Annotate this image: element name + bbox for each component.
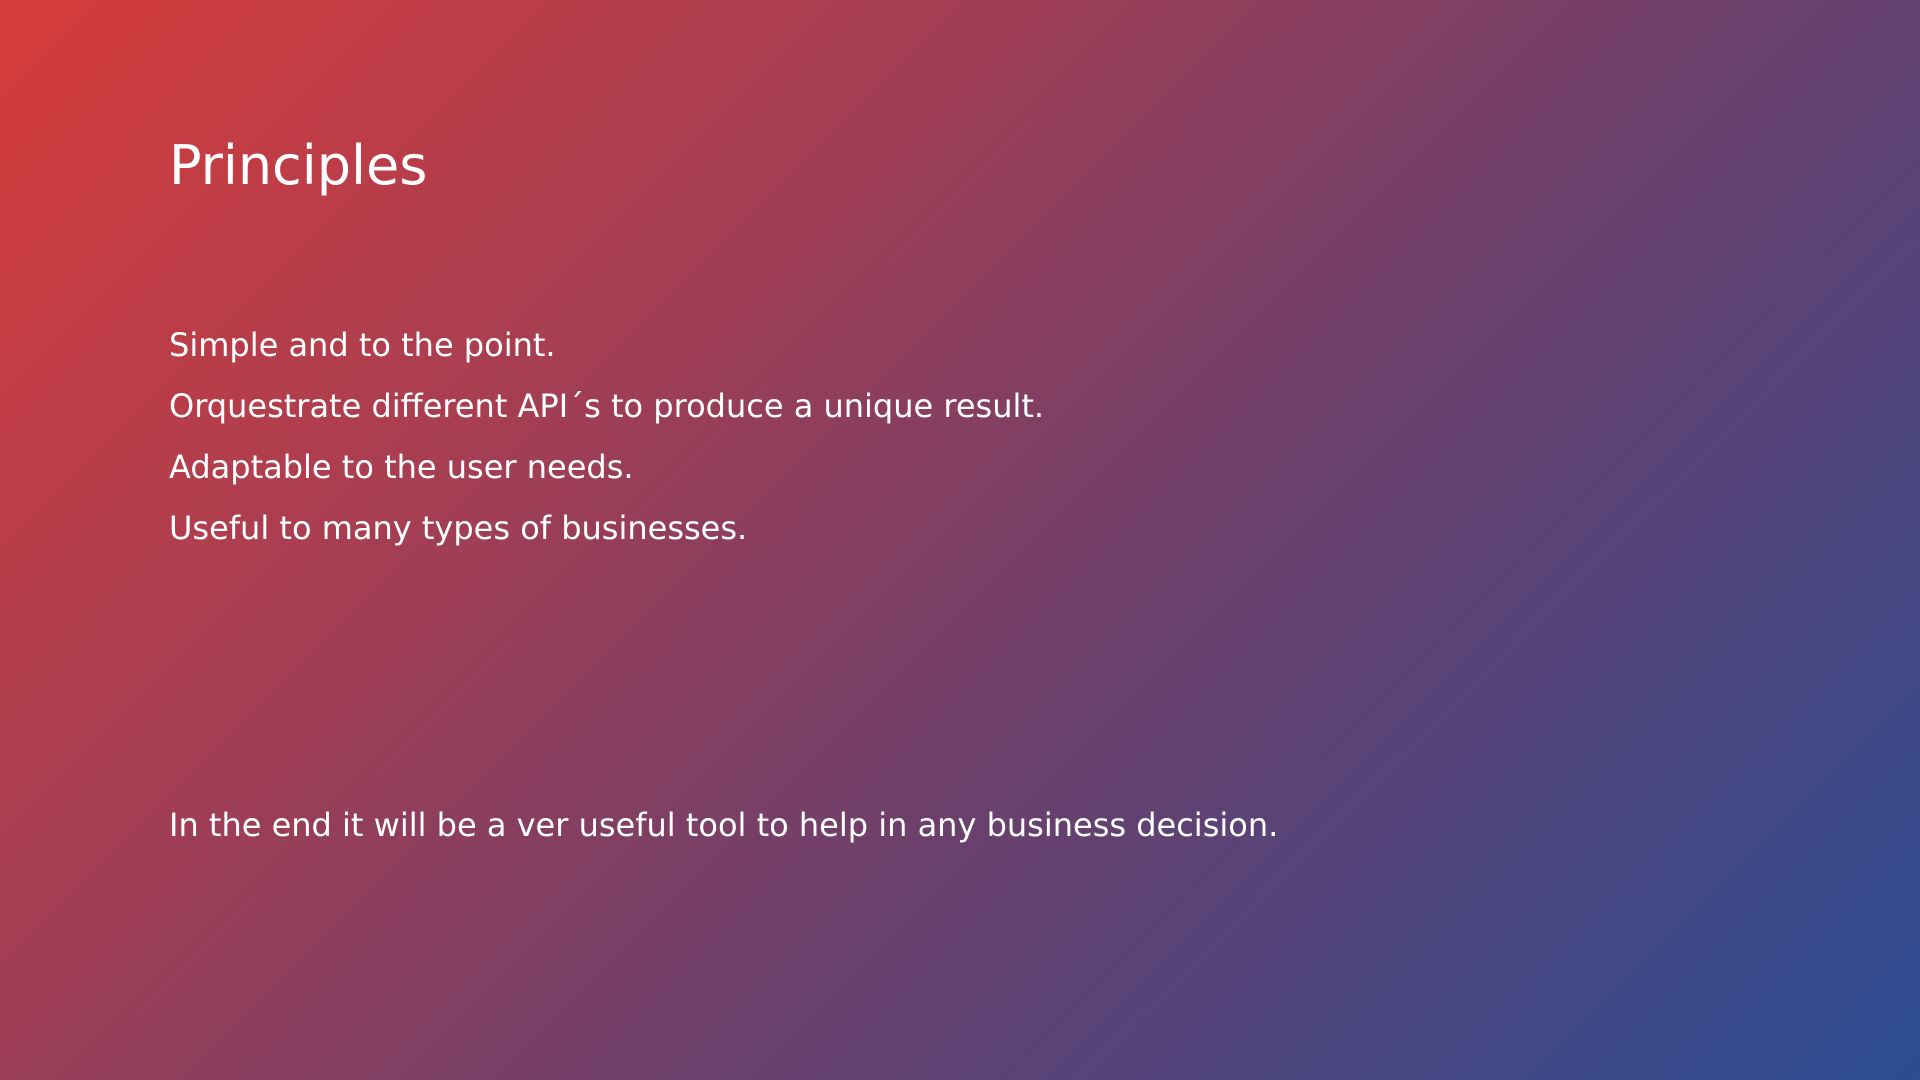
slide: Principles Simple and to the point. Orqu… (0, 0, 1920, 1080)
slide-title: Principles (169, 134, 428, 197)
principle-item: Adaptable to the user needs. (169, 448, 634, 486)
principle-item: Orquestrate different API´s to produce a… (169, 387, 1045, 425)
principle-item: Simple and to the point. (169, 326, 556, 364)
principles-list: Simple and to the point. Orquestrate dif… (169, 315, 1044, 559)
principle-item: Useful to many types of businesses. (169, 509, 748, 547)
conclusion-text: In the end it will be a ver useful tool … (169, 806, 1279, 844)
